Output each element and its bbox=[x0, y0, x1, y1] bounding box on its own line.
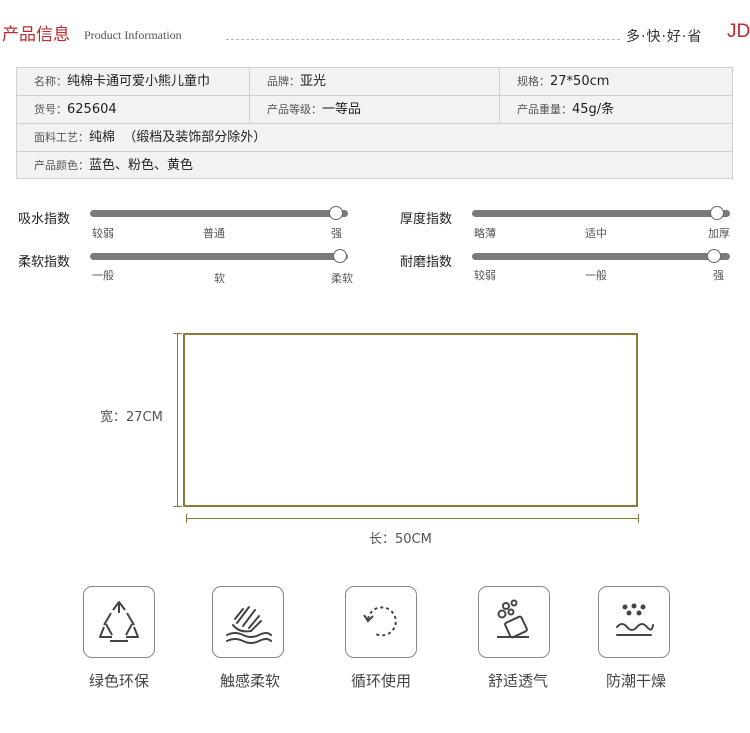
sku-label: 货号： bbox=[34, 103, 67, 116]
color-label: 产品颜色： bbox=[34, 159, 89, 172]
section-subtitle: Product Information bbox=[84, 28, 182, 42]
brand-label: 品牌： bbox=[267, 75, 300, 88]
name-value: 纯棉卡通可爱小熊儿童巾 bbox=[67, 74, 211, 89]
thickness-label: 厚度指数 bbox=[400, 212, 453, 227]
sku-cell: 货号：625604 bbox=[17, 96, 249, 123]
durability-knob bbox=[707, 249, 721, 263]
cycle-arrow-icon bbox=[345, 586, 417, 658]
durability-tick-high: 强 bbox=[713, 269, 724, 282]
material-label: 面料工艺： bbox=[34, 131, 89, 144]
table-row: 名称：纯棉卡通可爱小熊儿童巾 品牌：亚光 规格：27*50cm bbox=[17, 68, 732, 96]
color-value: 蓝色、粉色、黄色 bbox=[89, 158, 194, 173]
absorbency-track bbox=[90, 210, 348, 217]
sku-value: 625604 bbox=[67, 102, 117, 117]
table-row: 货号：625604 产品等级：一等品 产品重量：45g/条 bbox=[17, 96, 732, 124]
product-info-table: 名称：纯棉卡通可爱小熊儿童巾 品牌：亚光 规格：27*50cm 货号：62560… bbox=[16, 67, 733, 179]
spec-cell: 规格：27*50cm bbox=[499, 68, 732, 95]
breathable-bubbles-icon bbox=[478, 586, 550, 658]
length-label: 长：50CM bbox=[369, 532, 432, 547]
towel-outline bbox=[183, 333, 638, 507]
weight-value: 45g/条 bbox=[572, 102, 615, 117]
width-dimension-cap bbox=[173, 333, 182, 334]
length-dimension-cap bbox=[186, 514, 187, 523]
thickness-tick-low: 略薄 bbox=[474, 227, 496, 240]
softness-label: 柔软指数 bbox=[18, 255, 71, 270]
grade-value: 一等品 bbox=[322, 102, 362, 117]
absorbency-tick-mid: 普通 bbox=[203, 227, 225, 240]
color-cell: 产品颜色：蓝色、粉色、黄色 bbox=[17, 152, 732, 179]
softness-tick-mid: 软 bbox=[214, 272, 225, 285]
table-row: 产品颜色：蓝色、粉色、黄色 bbox=[17, 152, 732, 180]
thickness-tick-mid: 适中 bbox=[585, 227, 607, 240]
feature-label-breathable: 舒适透气 bbox=[487, 672, 548, 690]
width-label: 宽：27CM bbox=[100, 410, 163, 425]
absorbency-tick-high: 强 bbox=[331, 227, 342, 240]
absorbency-tick-low: 较弱 bbox=[92, 227, 114, 240]
weight-cell: 产品重量：45g/条 bbox=[499, 96, 732, 123]
absorbency-knob bbox=[329, 206, 343, 220]
length-dimension-cap bbox=[638, 514, 639, 523]
spec-value: 27*50cm bbox=[550, 74, 610, 89]
softness-tick-low: 一般 bbox=[92, 269, 114, 282]
thickness-track bbox=[472, 210, 730, 217]
durability-tick-low: 较弱 bbox=[474, 269, 496, 282]
thickness-tick-high: 加厚 bbox=[708, 227, 730, 240]
material-cell: 面料工艺：纯棉 （缎档及装饰部分除外） bbox=[17, 124, 732, 151]
width-dimension-cap bbox=[173, 506, 182, 507]
material-value: 纯棉 （缎档及装饰部分除外） bbox=[89, 130, 267, 145]
grade-cell: 产品等级：一等品 bbox=[249, 96, 499, 123]
length-dimension-line bbox=[186, 518, 639, 519]
absorbency-label: 吸水指数 bbox=[18, 212, 71, 227]
grade-label: 产品等级： bbox=[267, 103, 322, 116]
durability-track bbox=[472, 253, 730, 260]
softness-track bbox=[90, 253, 348, 260]
softness-tick-high: 柔软 bbox=[331, 272, 353, 285]
recycle-icon bbox=[83, 586, 155, 658]
feature-label-soft: 触感柔软 bbox=[219, 672, 280, 690]
hand-touch-icon bbox=[212, 586, 284, 658]
weight-label: 产品重量： bbox=[517, 103, 572, 116]
section-title: 产品信息 bbox=[2, 25, 70, 45]
softness-knob bbox=[333, 249, 347, 263]
durability-tick-mid: 一般 bbox=[585, 269, 607, 282]
name-cell: 名称：纯棉卡通可爱小熊儿童巾 bbox=[17, 68, 249, 95]
width-dimension-line bbox=[177, 333, 178, 507]
feature-label-dry: 防潮干燥 bbox=[605, 672, 666, 690]
header-tagline: 多·快·好·省 bbox=[626, 29, 703, 45]
moisture-proof-icon bbox=[598, 586, 670, 658]
spec-label: 规格： bbox=[517, 75, 550, 88]
header-divider bbox=[226, 39, 620, 40]
name-label: 名称： bbox=[34, 75, 67, 88]
feature-label-reuse: 循环使用 bbox=[350, 672, 411, 690]
table-row: 面料工艺：纯棉 （缎档及装饰部分除外） bbox=[17, 124, 732, 152]
jd-logo: JD bbox=[727, 21, 750, 42]
brand-value: 亚光 bbox=[300, 74, 327, 89]
durability-label: 耐磨指数 bbox=[400, 255, 453, 270]
feature-label-eco: 绿色环保 bbox=[88, 672, 149, 690]
thickness-knob bbox=[710, 206, 724, 220]
brand-cell: 品牌：亚光 bbox=[249, 68, 499, 95]
